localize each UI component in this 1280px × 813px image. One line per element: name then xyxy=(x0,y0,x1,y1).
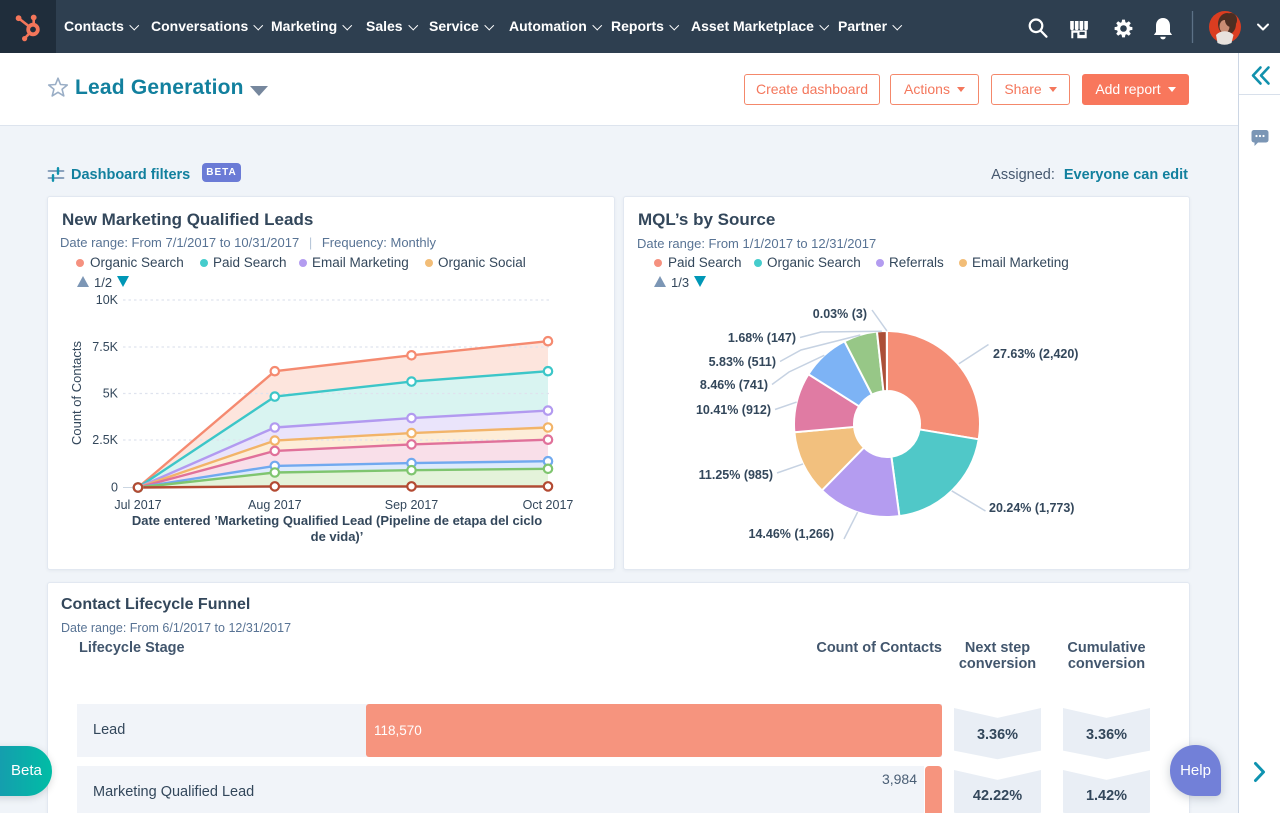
svg-text:de vida)’: de vida)’ xyxy=(311,529,364,544)
svg-text:10.41% (912): 10.41% (912) xyxy=(696,403,771,417)
svg-text:27.63% (2,420): 27.63% (2,420) xyxy=(993,347,1078,361)
svg-text:11.25% (985): 11.25% (985) xyxy=(699,468,773,482)
svg-text:8.46% (741): 8.46% (741) xyxy=(700,378,768,392)
svg-text:Date entered ’Marketing Qualif: Date entered ’Marketing Qualified Lead (… xyxy=(132,513,542,528)
svg-text:1.68% (147): 1.68% (147) xyxy=(728,331,796,345)
svg-text:Jul 2017: Jul 2017 xyxy=(114,498,161,512)
svg-text:5.83% (511): 5.83% (511) xyxy=(709,355,776,369)
svg-text:14.46% (1,266): 14.46% (1,266) xyxy=(749,527,834,541)
svg-text:Count of Contacts: Count of Contacts xyxy=(69,340,84,445)
svg-text:5K: 5K xyxy=(103,387,119,401)
svg-text:0: 0 xyxy=(111,481,118,495)
svg-text:7.5K: 7.5K xyxy=(92,340,118,354)
svg-text:10K: 10K xyxy=(96,293,119,307)
svg-text:2.5K: 2.5K xyxy=(92,433,118,447)
svg-text:Sep 2017: Sep 2017 xyxy=(385,498,439,512)
svg-text:0.03% (3): 0.03% (3) xyxy=(813,307,867,321)
svg-text:Oct 2017: Oct 2017 xyxy=(523,498,574,512)
svg-text:20.24% (1,773): 20.24% (1,773) xyxy=(989,501,1074,515)
svg-text:Aug 2017: Aug 2017 xyxy=(248,498,302,512)
